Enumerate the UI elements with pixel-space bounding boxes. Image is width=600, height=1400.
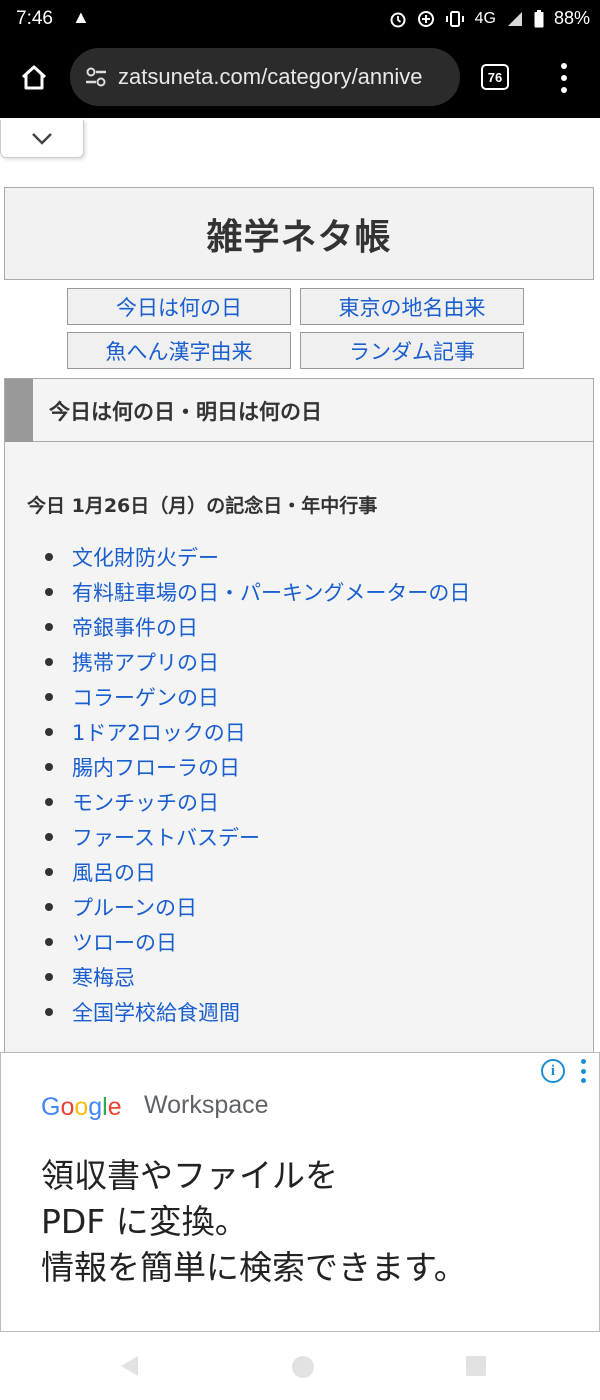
section-header-bar [5, 379, 33, 442]
bullet [45, 972, 53, 981]
event-list: 文化財防火デー 有料駐車場の日・パーキングメーターの日 帝銀事件の日 携帯アプリ… [45, 539, 470, 1029]
bullet [45, 762, 53, 771]
ad-headline-line: 領収書やファイルを [41, 1156, 338, 1195]
bullet [45, 937, 53, 946]
address-bar[interactable]: zatsuneta.com/category/annive [70, 48, 460, 106]
nav-tokyo-place-names[interactable]: 東京の地名由来 [300, 288, 524, 325]
back-icon[interactable] [118, 1354, 140, 1378]
ad-product-name: Workspace [144, 1091, 269, 1119]
network-type: 4G [474, 9, 496, 27]
site-header[interactable]: 雑学ネタ帳 [4, 187, 594, 280]
section-title: 今日は何の日・明日は何の日 [49, 400, 322, 424]
bullet [45, 1007, 53, 1016]
home-icon [21, 65, 47, 90]
browser-toolbar: zatsuneta.com/category/annive 76 [0, 36, 600, 118]
battery-icon [534, 9, 544, 27]
list-item: 携帯アプリの日 [45, 644, 470, 679]
list-item: 全国学校給食週間 [45, 994, 470, 1029]
ad-headline: 領収書やファイルを PDF に変換。 情報を簡単に検索できます。 [41, 1153, 467, 1291]
ad-brand: Google Workspace [41, 1091, 269, 1123]
recents-icon[interactable] [466, 1356, 486, 1376]
list-item: 文化財防火デー [45, 539, 470, 574]
anniversary-panel: 今日は何の日・明日は何の日 今日 1月26日（月）の記念日・年中行事 文化財防火… [4, 378, 594, 1058]
list-item: 有料駐車場の日・パーキングメーターの日 [45, 574, 470, 609]
event-link[interactable]: 風呂の日 [72, 857, 156, 887]
ad-options-icon[interactable] [579, 1059, 587, 1083]
event-link[interactable]: 全国学校給食週間 [72, 997, 240, 1027]
event-link[interactable]: プルーンの日 [72, 892, 197, 922]
list-item: ファーストバスデー [45, 819, 470, 854]
ad-info-icon[interactable]: i [541, 1059, 565, 1083]
nav-today[interactable]: 今日は何の日 [67, 288, 291, 325]
menu-dot [561, 75, 567, 81]
vibrate-icon [445, 10, 464, 27]
svg-text:Google: Google [41, 1093, 122, 1121]
menu-dot [561, 63, 567, 69]
warning-icon: ▲ [72, 7, 90, 27]
section-header: 今日は何の日・明日は何の日 [5, 379, 593, 442]
signal-icon [507, 11, 522, 26]
home-button[interactable] [14, 58, 54, 98]
data-saver-icon [417, 10, 434, 27]
event-link[interactable]: ファーストバスデー [72, 822, 260, 852]
list-item: ツローの日 [45, 924, 470, 959]
event-link[interactable]: 文化財防火デー [72, 542, 219, 572]
menu-dot [561, 87, 567, 93]
alarm-icon [390, 12, 406, 27]
ad-headline-line: PDF に変換。 [41, 1202, 248, 1241]
event-link[interactable]: 1ドア2ロックの日 [72, 717, 246, 747]
system-navigation-bar [0, 1332, 600, 1400]
status-time: 7:46 [16, 8, 53, 29]
header-collapse-button[interactable] [0, 120, 84, 158]
nav-random-article[interactable]: ランダム記事 [300, 332, 524, 369]
site-title: 雑学ネタ帳 [206, 216, 392, 258]
ad-headline-line: 情報を簡単に検索できます。 [41, 1248, 467, 1287]
bullet [45, 657, 53, 666]
list-item: 腸内フローラの日 [45, 749, 470, 784]
event-link[interactable]: コラーゲンの日 [72, 682, 219, 712]
bullet [45, 552, 53, 561]
bullet [45, 622, 53, 631]
bullet [45, 832, 53, 841]
home-nav-icon[interactable] [292, 1356, 314, 1378]
list-item: プルーンの日 [45, 889, 470, 924]
list-item: コラーゲンの日 [45, 679, 470, 714]
nav-fish-kanji[interactable]: 魚へん漢字由来 [67, 332, 291, 369]
list-item: 寒梅忌 [45, 959, 470, 994]
chevron-down-icon [32, 132, 52, 145]
status-bar: 7:46 ▲ 4G 88% [0, 0, 600, 36]
bullet [45, 902, 53, 911]
site-settings-icon[interactable] [74, 66, 118, 88]
bullet [45, 727, 53, 736]
list-item: モンチッチの日 [45, 784, 470, 819]
bullet [45, 797, 53, 806]
event-link[interactable]: 帝銀事件の日 [72, 612, 198, 642]
event-link[interactable]: 有料駐車場の日・パーキングメーターの日 [72, 577, 470, 607]
event-link[interactable]: モンチッチの日 [72, 787, 219, 817]
bullet [45, 692, 53, 701]
event-link[interactable]: ツローの日 [72, 927, 177, 957]
bullet [45, 587, 53, 596]
event-link[interactable]: 携帯アプリの日 [72, 647, 219, 677]
url-text: zatsuneta.com/category/annive [118, 64, 423, 89]
list-item: 風呂の日 [45, 854, 470, 889]
status-icons: 4G 88% [389, 8, 590, 29]
battery-percent: 88% [553, 8, 590, 28]
event-link[interactable]: 腸内フローラの日 [72, 752, 240, 782]
date-heading: 今日 1月26日（月）の記念日・年中行事 [27, 495, 378, 517]
bullet [45, 867, 53, 876]
tab-switcher-button[interactable]: 76 [481, 64, 509, 90]
list-item: 帝銀事件の日 [45, 609, 470, 644]
google-logo: Google [41, 1093, 122, 1121]
list-item: 1ドア2ロックの日 [45, 714, 470, 749]
ad-banner[interactable]: i Google Workspace 領収書やファイルを PDF に変換。 情報… [0, 1052, 600, 1332]
event-link[interactable]: 寒梅忌 [72, 962, 135, 992]
browser-menu-button[interactable] [552, 60, 576, 96]
